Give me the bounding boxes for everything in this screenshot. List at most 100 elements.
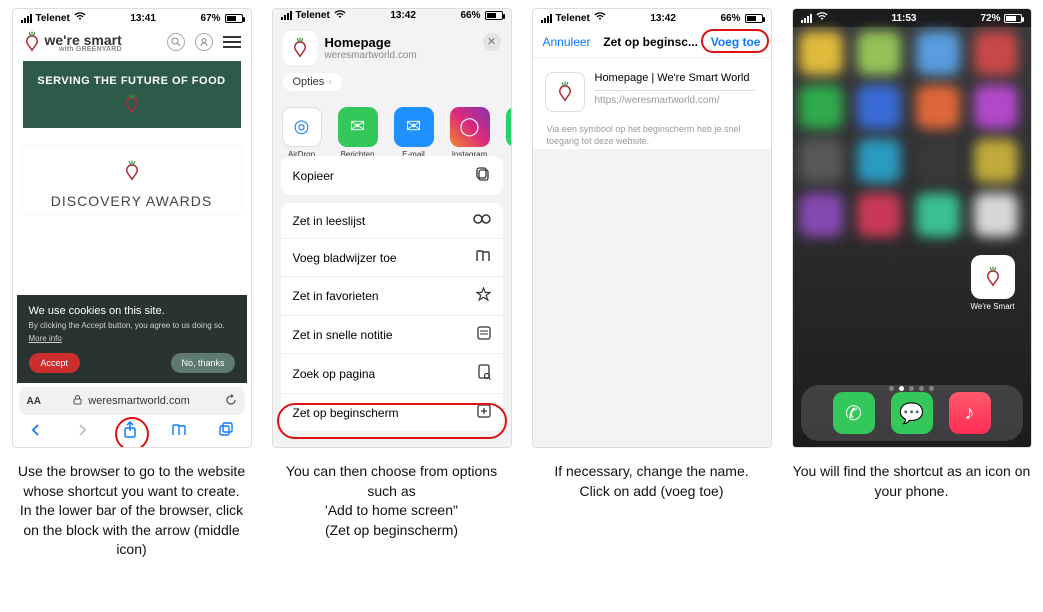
tutorial-row: Telenet 13:41 67% we're smartwith GREENY… (8, 8, 1035, 560)
signal-icon (281, 11, 292, 20)
carrier: Telenet (296, 10, 330, 21)
action-icon (475, 249, 491, 266)
action-item[interactable]: Zet in favorieten (281, 277, 503, 316)
clock: 13:42 (390, 10, 416, 21)
battery-pct: 67% (200, 13, 220, 24)
blurred-app (857, 31, 901, 75)
blurred-app (916, 31, 960, 75)
bookmarks-icon[interactable] (171, 423, 187, 442)
signal-icon (541, 14, 552, 23)
forward-icon (75, 423, 89, 442)
share-icon[interactable] (122, 421, 138, 444)
reload-icon[interactable] (225, 394, 237, 409)
action-label: Kopieer (293, 169, 334, 183)
share-url: weresmartworld.com (325, 50, 417, 61)
cookie-subtitle: By clicking the Accept button, you agree… (29, 321, 235, 330)
address-bar[interactable]: AA weresmartworld.com (19, 387, 245, 415)
close-icon[interactable]: ✕ (483, 33, 501, 51)
phone-1: Telenet 13:41 67% we're smartwith GREENY… (12, 8, 252, 448)
action-icon (477, 404, 491, 421)
blurred-app (916, 193, 960, 237)
share-target[interactable]: ✆Wh (501, 107, 511, 146)
shortcut-url: https://weresmartworld.com/ (595, 95, 755, 106)
account-icon[interactable] (195, 33, 213, 51)
cancel-button[interactable]: Annuleer (543, 35, 591, 49)
phone-3: Telenet 13:42 66% Annuleer Zet op begins… (532, 8, 772, 448)
blurred-app (916, 139, 960, 183)
dock-app[interactable]: ✆ (833, 392, 875, 434)
blurred-app (799, 193, 843, 237)
caption-3: If necessary, change the name. Click on … (554, 462, 748, 501)
action-item[interactable]: Zet in snelle notitie (281, 316, 503, 354)
battery-pct: 72% (980, 13, 1000, 24)
sheet-title: Zet op beginsc... (603, 35, 698, 49)
battery-icon (485, 11, 503, 20)
action-item[interactable]: Voeg bladwijzer toe (281, 239, 503, 277)
action-label: Zet op beginscherm (293, 406, 399, 420)
step-2: Telenet 13:42 66% Homepage weresmartworl… (272, 8, 512, 540)
battery-pct: 66% (720, 13, 740, 24)
dock-app[interactable]: 💬 (891, 392, 933, 434)
carrier: Telenet (556, 13, 590, 24)
signal-icon (801, 14, 812, 23)
chevron-right-icon: › (328, 76, 332, 88)
home-screen[interactable]: We're Smart ✆ 💬 ♪ (793, 27, 1031, 447)
action-label: Zet in leeslijst (293, 214, 366, 228)
options-button[interactable]: Opties › (283, 73, 342, 91)
battery-icon (225, 14, 243, 23)
action-item[interactable]: Zoek op pagina (281, 354, 503, 394)
share-title: Homepage (325, 35, 417, 50)
clock: 13:41 (130, 13, 156, 24)
share-actions: Kopieer Zet in leeslijst Voeg bladwijzer … (273, 156, 511, 447)
share-target[interactable]: ◯Instagram (445, 107, 495, 146)
status-bar: Telenet 13:41 67% (13, 9, 251, 27)
wifi-icon (816, 12, 828, 24)
action-icon (477, 326, 491, 343)
share-targets-row[interactable]: ◎AirDrop✉Berichten✉E-mail◯Instagram ✆Wh (273, 99, 511, 156)
awards-card[interactable]: DISCOVERY AWARDS (23, 146, 241, 213)
menu-icon[interactable] (223, 36, 241, 48)
add-button[interactable]: Voeg toe (711, 35, 761, 49)
action-item[interactable]: Zet in leeslijst (281, 203, 503, 239)
radish-icon (123, 93, 141, 115)
blurred-app (974, 31, 1018, 75)
battery-pct: 66% (460, 10, 480, 21)
dock-app[interactable]: ♪ (949, 392, 991, 434)
clock: 13:42 (650, 13, 676, 24)
blurred-app (974, 139, 1018, 183)
cookie-more-link[interactable]: More info (29, 334, 235, 343)
weresmart-shortcut[interactable]: We're Smart (969, 255, 1017, 311)
action-item[interactable]: Zet op beginscherm (281, 394, 503, 431)
action-label: Zet in favorieten (293, 289, 379, 303)
wifi-icon (74, 12, 86, 24)
tabs-icon[interactable] (219, 422, 234, 442)
safari-toolbar (13, 417, 251, 447)
site-icon (283, 31, 317, 65)
share-target[interactable]: ✉Berichten (333, 107, 383, 146)
search-icon[interactable] (167, 33, 185, 51)
brand-logo[interactable]: we're smartwith GREENYARD (23, 31, 122, 53)
share-target[interactable]: ✉E-mail (389, 107, 439, 146)
battery-icon (1004, 14, 1022, 23)
action-copy[interactable]: Kopieer (281, 156, 503, 195)
blurred-app (799, 139, 843, 183)
text-size-button[interactable]: AA (27, 396, 41, 407)
action-icon (473, 213, 491, 228)
accept-button[interactable]: Accept (29, 353, 81, 373)
share-target[interactable]: ◎AirDrop (277, 107, 327, 146)
signal-icon (21, 14, 32, 23)
card-title: DISCOVERY AWARDS (31, 193, 233, 209)
cookie-title: We use cookies on this site. (29, 305, 235, 317)
status-bar: Telenet 13:42 66% (273, 9, 511, 23)
back-icon[interactable] (29, 423, 43, 442)
shortcut-name-input[interactable]: Homepage | We're Smart World (595, 72, 755, 91)
no-thanks-button[interactable]: No, thanks (171, 353, 234, 373)
status-bar: 11:53 72% (793, 9, 1031, 27)
lock-icon (73, 395, 82, 408)
phone-4: 11:53 72% We're Smart ✆ 💬 ♪ (792, 8, 1032, 448)
blurred-app (857, 193, 901, 237)
wifi-icon (594, 12, 606, 24)
add-bar: Annuleer Zet op beginsc... Voeg toe (533, 27, 771, 58)
app-label: We're Smart (969, 302, 1017, 311)
hero-banner: SERVING THE FUTURE OF FOOD (23, 61, 241, 128)
